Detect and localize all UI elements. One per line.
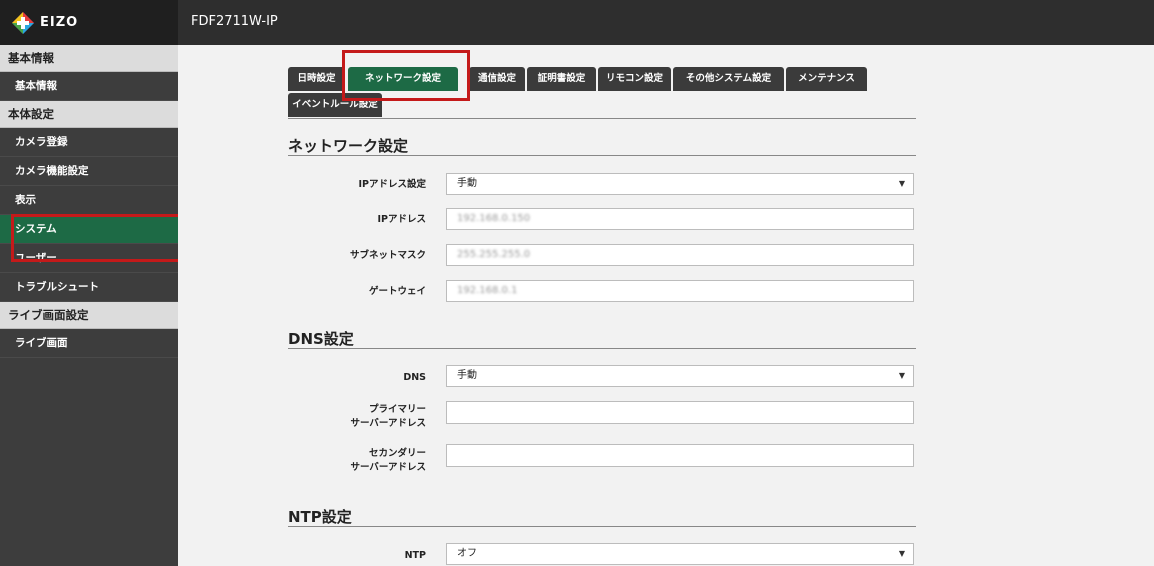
subnet-mask-value: 255.255.255.0 bbox=[457, 249, 531, 260]
main-content: 日時設定 ネットワーク設定 通信設定 証明書設定 リモコン設定 その他システム設… bbox=[178, 45, 1154, 566]
dns-mode-value: 手動 bbox=[457, 370, 477, 381]
ntp-mode-select[interactable]: オフ ▼ bbox=[446, 543, 914, 565]
secondary-dns-label: セカンダリー サーバーアドレス bbox=[276, 447, 426, 475]
sidebar-item-display[interactable]: 表示 bbox=[0, 186, 178, 215]
tab-remote[interactable]: リモコン設定 bbox=[598, 67, 671, 91]
top-bar: EIZO FDF2711W-IP bbox=[0, 0, 1154, 45]
sidebar-section-basic-info[interactable]: 基本情報 bbox=[0, 45, 178, 72]
primary-dns-label: プライマリー サーバーアドレス bbox=[276, 403, 426, 431]
ip-address-value: 192.168.0.150 bbox=[457, 213, 531, 224]
secondary-dns-label-line1: セカンダリー bbox=[368, 448, 426, 459]
ntp-section-divider bbox=[288, 526, 916, 527]
sidebar-item-camera-registration[interactable]: カメラ登録 bbox=[0, 128, 178, 157]
tab-communication[interactable]: 通信設定 bbox=[469, 67, 525, 91]
sidebar-section-device-settings[interactable]: 本体設定 bbox=[0, 101, 178, 128]
dns-section-title: DNS設定 bbox=[288, 330, 354, 348]
ip-mode-select[interactable]: 手動 ▼ bbox=[446, 173, 914, 195]
gateway-input[interactable]: 192.168.0.1 bbox=[446, 280, 914, 302]
network-section-title: ネットワーク設定 bbox=[288, 137, 409, 155]
tab-other-system[interactable]: その他システム設定 bbox=[673, 67, 784, 91]
tab-network[interactable]: ネットワーク設定 bbox=[348, 67, 458, 91]
tab-event-rule[interactable]: イベントルール設定 bbox=[288, 93, 382, 117]
sidebar-item-user[interactable]: ユーザー bbox=[0, 244, 178, 273]
gateway-value: 192.168.0.1 bbox=[457, 285, 518, 296]
network-section-divider bbox=[288, 155, 916, 156]
gateway-label: ゲートウェイ bbox=[368, 286, 426, 297]
ntp-mode-value: オフ bbox=[457, 548, 477, 559]
sidebar-item-troubleshoot[interactable]: トラブルシュート bbox=[0, 273, 178, 302]
sidebar-item-camera-function[interactable]: カメラ機能設定 bbox=[0, 157, 178, 186]
chevron-down-icon: ▼ bbox=[898, 549, 905, 558]
ip-address-label: IPアドレス bbox=[377, 214, 427, 225]
tabs-divider bbox=[288, 118, 916, 119]
eizo-logo-icon bbox=[12, 11, 34, 34]
primary-dns-label-line2: サーバーアドレス bbox=[350, 418, 426, 429]
ip-mode-value: 手動 bbox=[457, 178, 477, 189]
ip-mode-label: IPアドレス設定 bbox=[358, 179, 427, 190]
device-model: FDF2711W-IP bbox=[191, 14, 278, 29]
ntp-mode-label: NTP bbox=[404, 550, 426, 561]
primary-dns-label-line1: プライマリー bbox=[368, 404, 426, 415]
tab-maintenance[interactable]: メンテナンス bbox=[786, 67, 867, 91]
sidebar: 基本情報 基本情報 本体設定 カメラ登録 カメラ機能設定 表示 システム ユーザ… bbox=[0, 45, 178, 566]
secondary-dns-input[interactable] bbox=[446, 444, 914, 467]
secondary-dns-label-line2: サーバーアドレス bbox=[350, 462, 426, 473]
sidebar-item-live-screen[interactable]: ライブ画面 bbox=[0, 329, 178, 358]
subnet-mask-label: サブネットマスク bbox=[349, 250, 426, 261]
dns-mode-label: DNS bbox=[403, 372, 426, 383]
subnet-mask-input[interactable]: 255.255.255.0 bbox=[446, 244, 914, 266]
ip-address-input[interactable]: 192.168.0.150 bbox=[446, 208, 914, 230]
dns-mode-select[interactable]: 手動 ▼ bbox=[446, 365, 914, 387]
chevron-down-icon: ▼ bbox=[898, 371, 905, 380]
logo: EIZO bbox=[0, 0, 178, 45]
sidebar-section-live-settings[interactable]: ライブ画面設定 bbox=[0, 302, 178, 329]
dns-section-divider bbox=[288, 348, 916, 349]
chevron-down-icon: ▼ bbox=[898, 179, 905, 188]
tab-datetime[interactable]: 日時設定 bbox=[288, 67, 345, 91]
ntp-section-title: NTP設定 bbox=[288, 508, 352, 526]
sidebar-item-system[interactable]: システム bbox=[0, 215, 178, 244]
sidebar-item-basic-info[interactable]: 基本情報 bbox=[0, 72, 178, 101]
logo-text: EIZO bbox=[40, 15, 79, 30]
primary-dns-input[interactable] bbox=[446, 401, 914, 424]
tab-certificate[interactable]: 証明書設定 bbox=[527, 67, 596, 91]
